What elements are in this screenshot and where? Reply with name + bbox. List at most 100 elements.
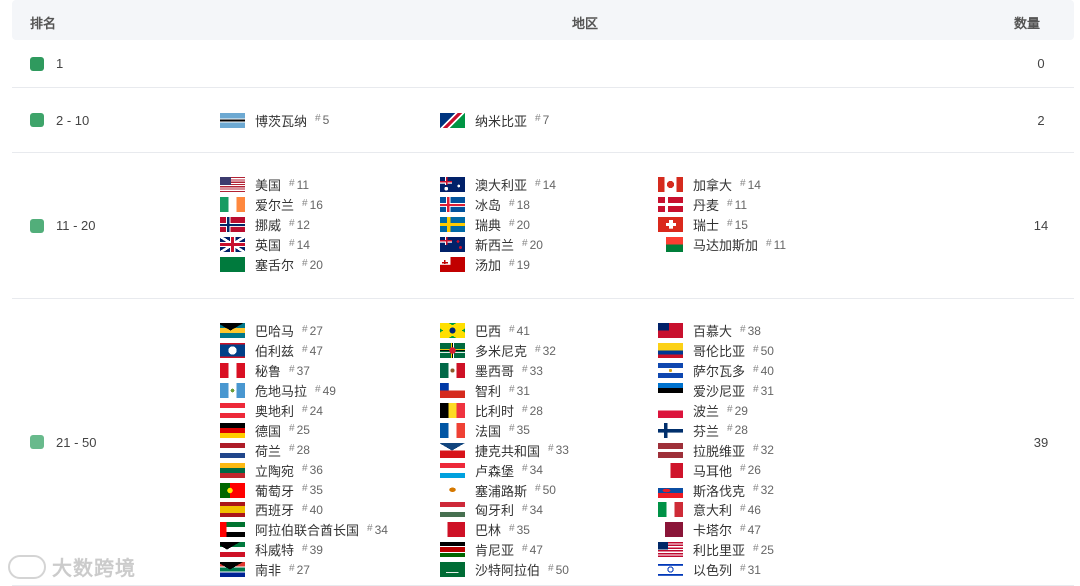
region-item[interactable]: 爱沙尼亚 31 — [658, 381, 878, 401]
region-item[interactable]: 拉脱维亚 32 — [658, 440, 878, 460]
region-item[interactable]: 葡萄牙 35 — [220, 480, 440, 500]
region-item[interactable]: 智利 31 — [440, 381, 660, 401]
region-item[interactable]: 危地马拉 49 — [220, 381, 440, 401]
region-item[interactable]: 意大利 46 — [658, 500, 878, 520]
region-rank-number: 47 — [740, 523, 761, 537]
region-item[interactable]: 以色列 31 — [658, 560, 878, 580]
region-item[interactable]: 冰岛 18 — [440, 195, 660, 215]
newzealand-flag-icon — [440, 237, 465, 253]
region-item[interactable]: 瑞典 20 — [440, 215, 660, 235]
region-item[interactable]: 博茨瓦纳 5 — [220, 111, 440, 131]
table-row: 21 - 50 巴哈马 27 伯利兹 47 秘鲁 37 危地马拉 49 奥地利 24 德国 25 荷兰 28… — [12, 299, 1074, 586]
region-item[interactable]: 加拿大 14 — [658, 175, 878, 195]
region-item[interactable]: 巴林 35 — [440, 520, 660, 540]
region-item[interactable]: 南非 27 — [220, 560, 440, 580]
region-item[interactable]: 荷兰 28 — [220, 440, 440, 460]
region-name: 奥地利 — [255, 404, 295, 419]
region-item[interactable]: 比利时 28 — [440, 401, 660, 421]
region-item[interactable]: 塞浦路斯 50 — [440, 480, 660, 500]
hungary-flag-icon — [440, 502, 465, 518]
region-item[interactable]: 哥伦比亚 50 — [658, 341, 878, 361]
region-item[interactable]: 纳米比亚 7 — [440, 111, 660, 131]
region-item[interactable]: 卡塔尔 47 — [658, 520, 878, 540]
sweden-flag-icon — [440, 217, 465, 233]
region-item[interactable]: 肯尼亚 47 — [440, 540, 660, 560]
region-item[interactable]: 巴西 41 — [440, 321, 660, 341]
region-rank-number: 20 — [302, 258, 323, 272]
bahrain-flag-icon — [440, 522, 465, 538]
botswana-flag-icon — [220, 112, 245, 128]
region-item[interactable]: 立陶宛 36 — [220, 460, 440, 480]
header-region: 地区 — [572, 16, 599, 31]
region-item[interactable]: 挪威 12 — [220, 215, 440, 235]
region-name: 瑞典 — [475, 218, 502, 234]
region-rank-number: 36 — [302, 463, 323, 477]
region-item[interactable]: 沙特阿拉伯 50 — [440, 560, 660, 580]
region-item[interactable]: 瑞士 15 — [658, 215, 878, 235]
region-rank-number: 50 — [535, 483, 556, 497]
region-item[interactable]: 卢森堡 34 — [440, 460, 660, 480]
region-rank-number: 50 — [548, 563, 569, 577]
region-item[interactable]: 百慕大 38 — [658, 321, 878, 341]
region-name: 汤加 — [475, 258, 502, 273]
region-rank-number: 31 — [753, 384, 774, 398]
kuwait-flag-icon — [220, 542, 245, 558]
region-item[interactable]: 塞舌尔 20 — [220, 255, 440, 275]
region-name: 沙特阿拉伯 — [475, 563, 541, 579]
region-item[interactable]: 波兰 29 — [658, 401, 878, 421]
region-item[interactable]: 阿拉伯联合酋长国 34 — [220, 520, 440, 540]
region-rank-number: 16 — [302, 198, 323, 212]
region-name: 哥伦比亚 — [693, 344, 746, 360]
region-item[interactable]: 奥地利 24 — [220, 401, 440, 421]
region-rank-number: 20 — [522, 238, 543, 252]
region-item[interactable]: 匈牙利 34 — [440, 500, 660, 520]
bermuda-flag-icon — [658, 323, 683, 339]
region-column: 巴西 41 多米尼克 32 墨西哥 33 智利 31 比利时 28 法国 35 捷克共和国 33 卢森堡 34… — [440, 321, 660, 580]
region-name: 伯利兹 — [255, 344, 295, 360]
region-item[interactable]: 秘鲁 37 — [220, 361, 440, 381]
header-rank: 排名 — [30, 16, 57, 31]
uae-flag-icon — [220, 522, 245, 538]
region-item[interactable]: 英国 14 — [220, 235, 440, 255]
region-item[interactable]: 马耳他 26 — [658, 460, 878, 480]
region-item[interactable]: 美国 11 — [220, 175, 440, 195]
region-rank-number: 28 — [289, 443, 310, 457]
region-item[interactable]: 科威特 39 — [220, 540, 440, 560]
region-rank-number: 41 — [509, 324, 530, 338]
region-item[interactable]: 法国 35 — [440, 420, 660, 440]
region-item[interactable]: 西班牙 40 — [220, 500, 440, 520]
region-item[interactable]: 伯利兹 47 — [220, 341, 440, 361]
region-item[interactable]: 丹麦 11 — [658, 195, 878, 215]
region-rank-number: 34 — [367, 523, 388, 537]
elsalvador-flag-icon — [658, 363, 683, 379]
region-item[interactable]: 萨尔瓦多 40 — [658, 361, 878, 381]
region-item[interactable]: 芬兰 28 — [658, 420, 878, 440]
region-item[interactable]: 澳大利亚 14 — [440, 175, 660, 195]
region-item[interactable]: 墨西哥 33 — [440, 361, 660, 381]
region-rank-number: 46 — [740, 503, 761, 517]
region-name: 匈牙利 — [475, 503, 515, 519]
table-row: 10 — [12, 40, 1074, 88]
region-name: 荷兰 — [255, 443, 282, 459]
region-item[interactable]: 捷克共和国 33 — [440, 440, 660, 460]
region-item[interactable]: 马达加斯加 11 — [658, 235, 878, 255]
region-rank-number: 38 — [740, 324, 761, 338]
region-item[interactable]: 汤加 19 — [440, 255, 660, 275]
region-item[interactable]: 德国 25 — [220, 420, 440, 440]
region-name: 英国 — [255, 238, 282, 254]
region-rank-number: 14 — [535, 178, 556, 192]
lithuania-flag-icon — [220, 462, 245, 478]
region-item[interactable]: 巴哈马 27 — [220, 321, 440, 341]
canada-flag-icon — [658, 177, 683, 193]
region-name: 纳米比亚 — [475, 113, 528, 129]
region-item[interactable]: 利比里亚 25 — [658, 540, 878, 560]
saudi-flag-icon — [440, 562, 465, 578]
rank-color-square-icon — [30, 218, 44, 233]
region-item[interactable]: 多米尼克 32 — [440, 341, 660, 361]
region-column: 百慕大 38 哥伦比亚 50 萨尔瓦多 40 爱沙尼亚 31 波兰 29 芬兰 28 拉脱维亚 32 马耳他… — [658, 321, 878, 580]
region-item[interactable]: 新西兰 20 — [440, 235, 660, 255]
region-name: 马耳他 — [693, 463, 733, 479]
region-item[interactable]: 斯洛伐克 32 — [658, 480, 878, 500]
region-item[interactable]: 爱尔兰 16 — [220, 195, 440, 215]
region-rank-number: 11 — [727, 198, 747, 212]
